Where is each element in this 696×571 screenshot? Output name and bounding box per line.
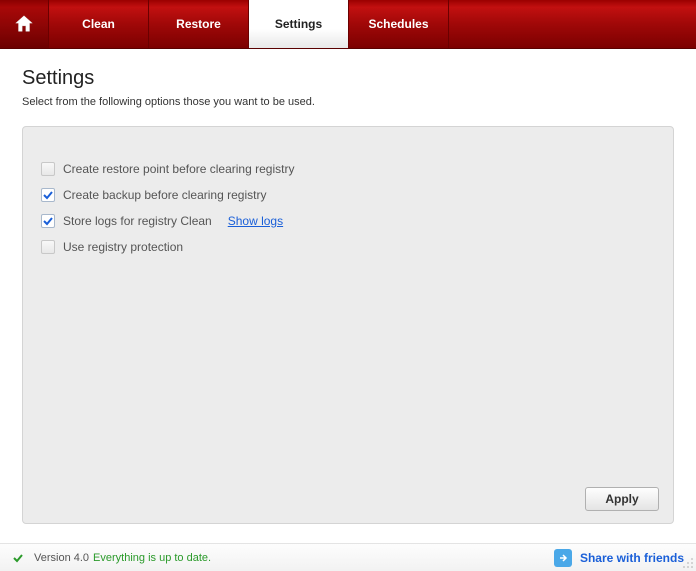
tab-clean[interactable]: Clean bbox=[49, 0, 149, 48]
option-label: Store logs for registry Clean bbox=[63, 214, 212, 228]
apply-button[interactable]: Apply bbox=[585, 487, 659, 511]
option-row-create-backup: Create backup before clearing registry bbox=[41, 183, 655, 207]
content-area: Settings Select from the following optio… bbox=[0, 49, 696, 534]
share-label: Share with friends bbox=[580, 551, 684, 565]
share-with-friends-link[interactable]: Share with friends bbox=[554, 549, 684, 567]
home-button[interactable] bbox=[0, 0, 49, 48]
checkmark-icon bbox=[42, 215, 54, 227]
tab-label: Schedules bbox=[368, 17, 428, 31]
option-label: Use registry protection bbox=[63, 240, 183, 254]
option-row-restore-point: Create restore point before clearing reg… bbox=[41, 157, 655, 181]
checkmark-icon bbox=[42, 189, 54, 201]
resize-grip-icon[interactable] bbox=[682, 557, 694, 569]
option-label: Create backup before clearing registry bbox=[63, 188, 266, 202]
option-row-registry-protection: Use registry protection bbox=[41, 235, 655, 259]
status-bar: Version 4.0 Everything is up to date. Sh… bbox=[0, 543, 696, 571]
checkbox-create-backup[interactable] bbox=[41, 188, 55, 202]
checkbox-registry-protection[interactable] bbox=[41, 240, 55, 254]
tab-settings[interactable]: Settings bbox=[249, 0, 349, 48]
home-icon bbox=[13, 13, 35, 35]
status-ok-icon bbox=[12, 552, 24, 564]
tab-schedules[interactable]: Schedules bbox=[349, 0, 449, 48]
tab-restore[interactable]: Restore bbox=[149, 0, 249, 48]
app-header: Clean Restore Settings Schedules bbox=[0, 0, 696, 49]
show-logs-link[interactable]: Show logs bbox=[228, 214, 283, 228]
option-label: Create restore point before clearing reg… bbox=[63, 162, 294, 176]
page-title: Settings bbox=[22, 67, 674, 90]
tab-label: Settings bbox=[275, 17, 322, 31]
tab-label: Clean bbox=[82, 17, 115, 31]
share-icon bbox=[554, 549, 572, 567]
checkbox-restore-point[interactable] bbox=[41, 162, 55, 176]
settings-panel: Create restore point before clearing reg… bbox=[22, 126, 674, 524]
checkbox-store-logs[interactable] bbox=[41, 214, 55, 228]
version-status: Everything is up to date. bbox=[93, 552, 211, 564]
tab-label: Restore bbox=[176, 17, 221, 31]
version-label: Version 4.0 bbox=[34, 552, 89, 564]
option-row-store-logs: Store logs for registry Clean Show logs bbox=[41, 209, 655, 233]
page-subtitle: Select from the following options those … bbox=[22, 96, 674, 108]
